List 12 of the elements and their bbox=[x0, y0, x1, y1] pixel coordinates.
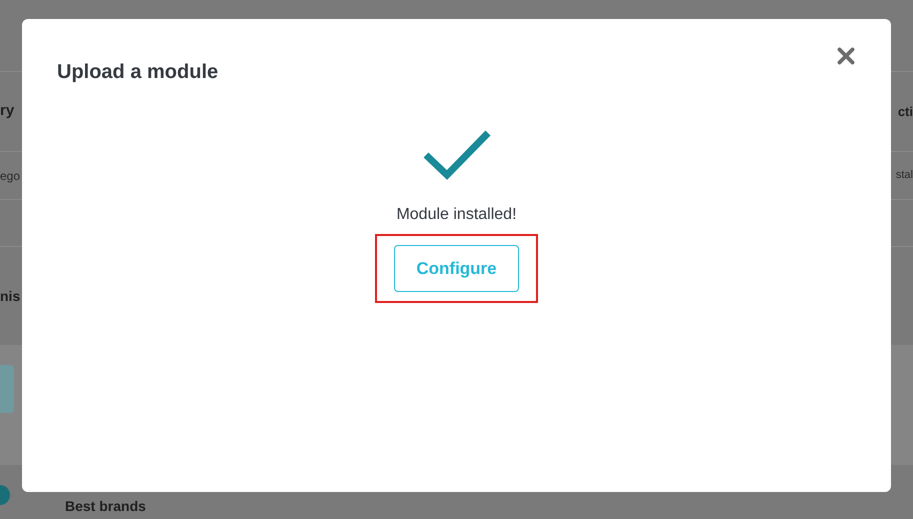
module-icon bbox=[0, 365, 14, 413]
column-header: ry bbox=[0, 101, 14, 122]
checkmark-icon bbox=[422, 128, 490, 181]
column-header: cti bbox=[898, 102, 913, 121]
section-heading: nis bbox=[0, 286, 20, 306]
success-message: Module installed! bbox=[396, 204, 517, 225]
configure-button[interactable]: Configure bbox=[394, 244, 519, 292]
pie-icon bbox=[0, 483, 12, 507]
table-cell-text: ego bbox=[0, 168, 20, 184]
section-title: Best brands bbox=[65, 498, 146, 514]
dialog-title: Upload a module bbox=[57, 60, 218, 85]
table-cell-text: stal bbox=[896, 168, 913, 184]
